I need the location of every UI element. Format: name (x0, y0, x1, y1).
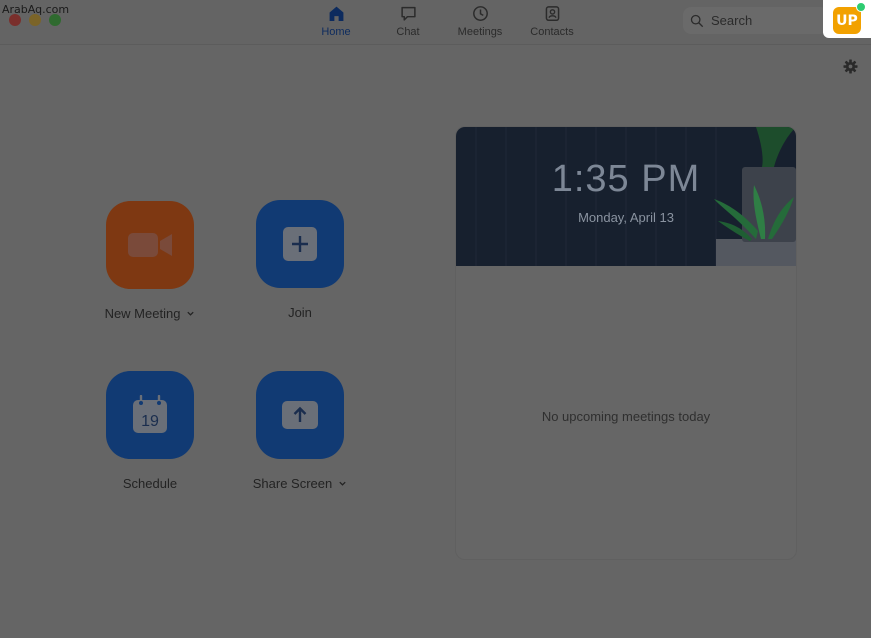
current-date: Monday, April 13 (578, 210, 674, 225)
top-toolbar: Home Chat Meetings Contacts Search UP (0, 0, 871, 45)
new-meeting-label: New Meeting (104, 306, 181, 321)
contacts-icon (545, 6, 559, 22)
join-action[interactable]: Join (225, 200, 375, 320)
new-meeting-action[interactable]: New Meeting (75, 201, 225, 321)
tab-chat[interactable]: Chat (372, 4, 444, 42)
gear-icon[interactable] (843, 59, 858, 74)
share-screen-button[interactable] (256, 371, 344, 459)
join-label: Join (288, 305, 312, 320)
main-nav: Home Chat Meetings Contacts (300, 4, 588, 42)
new-meeting-button[interactable] (106, 201, 194, 289)
clock-icon (472, 6, 488, 21)
schedule-button[interactable]: 19 (106, 371, 194, 459)
current-time: 1:35 PM (551, 158, 701, 200)
tab-meetings[interactable]: Meetings (444, 4, 516, 42)
share-screen-label: Share Screen (252, 476, 333, 491)
schedule-action[interactable]: 19 Schedule (75, 371, 225, 491)
tab-contacts[interactable]: Contacts (516, 4, 588, 42)
tab-contacts-label: Contacts (530, 26, 574, 38)
chevron-down-icon[interactable] (338, 479, 347, 488)
watermark-text: ArabAq.com (2, 3, 70, 16)
share-up-arrow-icon (282, 401, 318, 429)
tab-chat-label: Chat (396, 26, 420, 38)
empty-state-message: No upcoming meetings today (541, 409, 711, 424)
tab-home-label: Home (321, 26, 351, 38)
schedule-label: Schedule (122, 476, 178, 491)
video-camera-icon (128, 233, 172, 257)
calendar-day-number: 19 (141, 413, 159, 430)
profile-area[interactable]: UP (823, 0, 871, 38)
clock-banner: 1:35 PM Monday, April 13 (456, 127, 796, 266)
search-placeholder: Search (711, 13, 753, 28)
avatar[interactable]: UP (833, 7, 861, 34)
upcoming-meetings-panel: 1:35 PM Monday, April 13 No upcoming mee… (455, 126, 797, 560)
plus-icon (283, 227, 317, 261)
tab-home[interactable]: Home (300, 4, 372, 42)
home-icon (329, 6, 343, 21)
chevron-down-icon[interactable] (186, 309, 195, 318)
search-input[interactable]: Search (683, 7, 828, 34)
tab-meetings-label: Meetings (457, 26, 503, 38)
online-status-dot (856, 2, 866, 12)
share-screen-action[interactable]: Share Screen (225, 371, 375, 491)
join-button[interactable] (256, 200, 344, 288)
search-icon (690, 14, 704, 27)
chat-icon (400, 6, 416, 21)
calendar-icon: 19 (133, 395, 167, 433)
